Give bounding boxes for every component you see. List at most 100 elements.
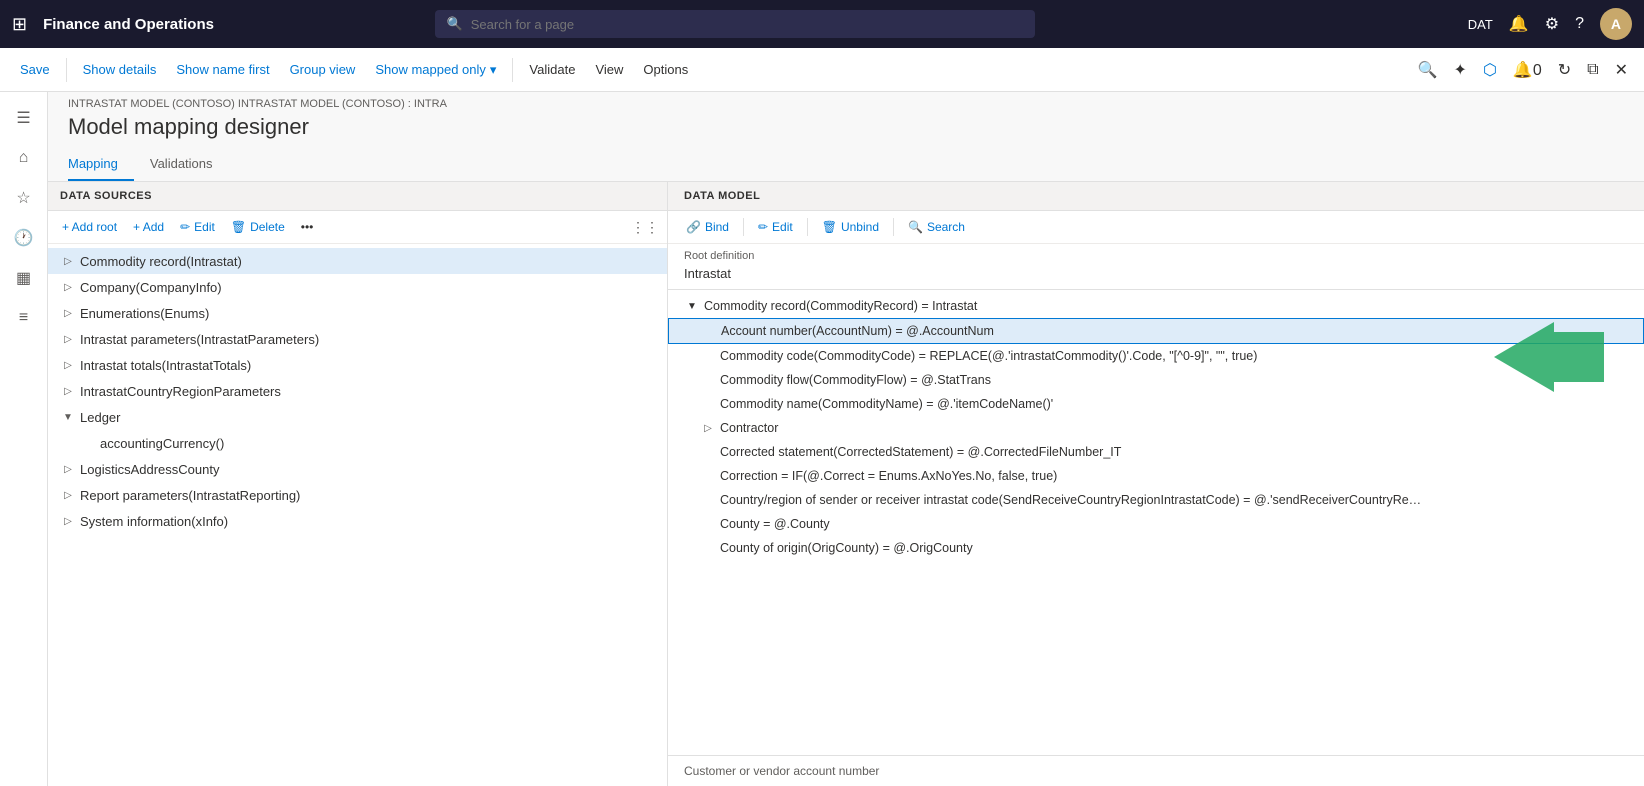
save-button[interactable]: Save: [12, 58, 58, 81]
global-search-bar[interactable]: 🔍: [435, 10, 1035, 38]
expand-icon: [700, 468, 716, 484]
bind-button[interactable]: 🔗 Bind: [680, 217, 735, 237]
left-panel-data-sources: DATA SOURCES + Add root + Add ✏ Edit 🗑 D…: [48, 182, 668, 786]
panel-resize-handle[interactable]: ⋮⋮: [631, 219, 659, 236]
toolbar-separator-1: [66, 58, 67, 82]
expand-icon[interactable]: ▷: [60, 487, 76, 503]
unbind-button[interactable]: 🗑 Unbind: [816, 217, 885, 237]
root-definition-label: Root definition: [668, 244, 1644, 264]
dm-tree-item[interactable]: Country/region of sender or receiver int…: [668, 488, 1644, 512]
sidebar-recent-icon[interactable]: 🕐: [6, 220, 42, 256]
expand-icon[interactable]: ▷: [60, 461, 76, 477]
dm-tree-item-account-num[interactable]: Account number(AccountNum) = @.AccountNu…: [668, 318, 1644, 344]
tree-item[interactable]: ▷ Company(CompanyInfo): [48, 274, 667, 300]
expand-icon[interactable]: ▷: [700, 420, 716, 436]
tabs-row: Mapping Validations: [48, 148, 1644, 182]
user-avatar[interactable]: A: [1600, 8, 1632, 40]
expand-icon: [700, 444, 716, 460]
search-dm-icon: 🔍: [908, 220, 923, 234]
dm-tree-item[interactable]: Commodity name(CommodityName) = @.'itemC…: [668, 392, 1644, 416]
dm-tree-item[interactable]: Corrected statement(CorrectedStatement) …: [668, 440, 1644, 464]
open-in-new-icon[interactable]: ⧉: [1583, 57, 1602, 83]
waffle-icon[interactable]: ⊞: [12, 14, 27, 35]
tab-validations[interactable]: Validations: [150, 148, 229, 181]
edit-dm-button[interactable]: ✏ Edit: [752, 217, 799, 237]
view-button[interactable]: View: [587, 58, 631, 81]
expand-icon: [700, 348, 716, 364]
more-options-button[interactable]: •••: [295, 217, 320, 237]
tree-item[interactable]: ▷ Report parameters(IntrastatReporting): [48, 482, 667, 508]
sidebar-home-icon[interactable]: ⌂: [6, 140, 42, 176]
tree-item[interactable]: accountingCurrency(): [48, 430, 667, 456]
dm-tree-item[interactable]: ▼ Commodity record(CommodityRecord) = In…: [668, 294, 1644, 318]
dm-tree-item[interactable]: Correction = IF(@.Correct = Enums.AxNoYe…: [668, 464, 1644, 488]
sidebar-menu-icon[interactable]: ☰: [6, 100, 42, 136]
show-name-first-button[interactable]: Show name first: [168, 58, 277, 81]
expand-icon[interactable]: ▷: [60, 331, 76, 347]
refresh-icon[interactable]: ↻: [1554, 56, 1575, 84]
delete-button[interactable]: 🗑 Delete: [225, 217, 291, 237]
tab-mapping[interactable]: Mapping: [68, 148, 134, 181]
data-model-tree: ▼ Commodity record(CommodityRecord) = In…: [668, 290, 1644, 755]
notification-bell-icon[interactable]: 🔔: [1509, 14, 1529, 34]
show-details-button[interactable]: Show details: [75, 58, 165, 81]
tree-item[interactable]: ▼ Ledger: [48, 404, 667, 430]
tree-item[interactable]: ▷ IntrastatCountryRegionParameters: [48, 378, 667, 404]
dm-tree-item[interactable]: ▷ Contractor: [668, 416, 1644, 440]
edit-button[interactable]: ✏ Edit: [174, 217, 221, 237]
settings-gear-icon[interactable]: ⚙: [1545, 14, 1559, 34]
tree-item[interactable]: ▷ Enumerations(Enums): [48, 300, 667, 326]
tree-item[interactable]: ▷ LogisticsAddressCounty: [48, 456, 667, 482]
expand-icon[interactable]: ▷: [60, 253, 76, 269]
search-dm-button[interactable]: 🔍 Search: [902, 217, 971, 237]
sidebar-favorites-icon[interactable]: ☆: [6, 180, 42, 216]
dropdown-chevron-icon: ▾: [490, 62, 497, 78]
tree-item[interactable]: ▷ System information(xInfo): [48, 508, 667, 534]
dm-separator-2: [807, 218, 808, 236]
customize-icon[interactable]: ✦: [1450, 56, 1471, 84]
options-button[interactable]: Options: [635, 58, 696, 81]
show-mapped-only-button[interactable]: Show mapped only ▾: [367, 58, 504, 82]
tree-item[interactable]: ▷ Intrastat parameters(IntrastatParamete…: [48, 326, 667, 352]
global-search-input[interactable]: [471, 17, 1023, 32]
pencil-icon: ✏: [180, 220, 190, 234]
link-icon: 🔗: [686, 220, 701, 234]
notification-badge: 0: [1533, 62, 1542, 79]
add-root-button[interactable]: + Add root: [56, 217, 123, 237]
validate-button[interactable]: Validate: [521, 58, 583, 81]
office-icon[interactable]: ⬡: [1479, 56, 1501, 84]
trash-icon: 🗑: [231, 220, 246, 234]
data-model-header: DATA MODEL: [668, 182, 1644, 211]
tree-item[interactable]: ▷ Commodity record(Intrastat): [48, 248, 667, 274]
help-question-icon[interactable]: ?: [1575, 15, 1584, 33]
close-icon[interactable]: ✕: [1611, 56, 1632, 84]
add-button[interactable]: + Add: [127, 217, 170, 237]
tree-item[interactable]: ▷ Intrastat totals(IntrastatTotals): [48, 352, 667, 378]
expand-icon[interactable]: ▼: [684, 298, 700, 314]
dm-tree-item[interactable]: County of origin(OrigCounty) = @.OrigCou…: [668, 536, 1644, 560]
expand-icon[interactable]: ▷: [60, 513, 76, 529]
main-layout: ☰ ⌂ ☆ 🕐 ▦ ≡ INTRASTAT MODEL (CONTOSO) IN…: [0, 92, 1644, 786]
top-nav-right: DAT 🔔 ⚙ ? A: [1468, 8, 1632, 40]
dm-tree-item[interactable]: Commodity flow(CommodityFlow) = @.StatTr…: [668, 368, 1644, 392]
edit-pencil-icon: ✏: [758, 220, 768, 234]
breadcrumb-area: INTRASTAT MODEL (CONTOSO) INTRASTAT MODE…: [48, 92, 1644, 110]
expand-icon[interactable]: ▷: [60, 305, 76, 321]
notification-count-icon[interactable]: 🔔0: [1509, 56, 1546, 84]
expand-icon[interactable]: ▼: [60, 409, 76, 425]
unlink-icon: 🗑: [822, 220, 837, 234]
sidebar-modules-icon[interactable]: ≡: [6, 300, 42, 336]
sidebar-workspaces-icon[interactable]: ▦: [6, 260, 42, 296]
dm-separator: [743, 218, 744, 236]
expand-icon: [700, 372, 716, 388]
app-title: Finance and Operations: [43, 16, 214, 33]
dm-tree-item[interactable]: Commodity code(CommodityCode) = REPLACE(…: [668, 344, 1644, 368]
expand-icon: [700, 492, 716, 508]
group-view-button[interactable]: Group view: [282, 58, 364, 81]
content-area: INTRASTAT MODEL (CONTOSO) INTRASTAT MODE…: [48, 92, 1644, 786]
expand-icon[interactable]: ▷: [60, 357, 76, 373]
dm-tree-item[interactable]: County = @.County: [668, 512, 1644, 536]
expand-icon[interactable]: ▷: [60, 279, 76, 295]
search-toolbar-icon[interactable]: 🔍: [1414, 56, 1442, 84]
expand-icon[interactable]: ▷: [60, 383, 76, 399]
